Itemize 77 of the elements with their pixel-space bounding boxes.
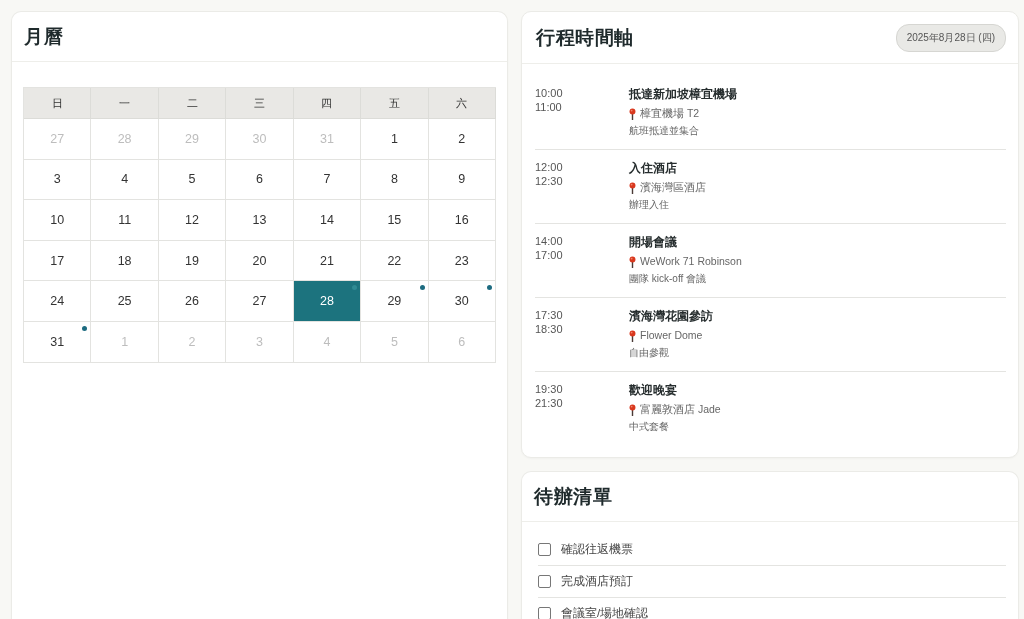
calendar-day[interactable]: 23 xyxy=(428,240,496,282)
todo-label: 確認往返機票 xyxy=(561,542,633,557)
weekday-header: 日 xyxy=(24,88,92,119)
card-title: 待辦清單 xyxy=(534,484,612,509)
calendar-day[interactable]: 1 xyxy=(361,119,429,160)
pushpin-icon xyxy=(629,181,636,194)
start-time: 14:00 xyxy=(535,234,563,248)
pushpin-icon xyxy=(629,255,636,268)
event-location: WeWork 71 Robinson xyxy=(640,254,742,269)
calendar-day[interactable]: 9 xyxy=(428,159,496,201)
calendar-day[interactable]: 14 xyxy=(293,200,362,241)
event-title: 入住酒店 xyxy=(629,160,677,176)
calendar-day[interactable]: 17 xyxy=(24,240,92,282)
calendar-day[interactable]: 31 xyxy=(24,321,92,363)
todo-label: 完成酒店預訂 xyxy=(561,574,633,589)
event-location: 樟宜機場 T2 xyxy=(640,106,700,121)
event-title: 抵達新加坡樟宜機場 xyxy=(629,86,737,102)
event-note: 自由參觀 xyxy=(629,346,669,360)
calendar-day[interactable]: 5 xyxy=(158,159,227,201)
todo-label: 會議室/場地確認 xyxy=(561,606,649,619)
checkbox[interactable] xyxy=(538,607,551,619)
calendar-day[interactable]: 13 xyxy=(226,200,294,241)
start-time: 19:30 xyxy=(535,382,563,396)
event-note: 中式套餐 xyxy=(629,420,669,434)
weekday-header: 五 xyxy=(361,88,429,119)
start-time: 10:00 xyxy=(535,86,563,100)
event-title: 歡迎晚宴 xyxy=(629,382,677,398)
weekday-header: 一 xyxy=(91,88,159,119)
calendar-day[interactable]: 10 xyxy=(24,200,92,241)
event-title: 開場會議 xyxy=(629,234,677,250)
event-location: Flower Dome xyxy=(640,328,703,343)
calendar-day[interactable]: 11 xyxy=(91,200,159,241)
calendar-day[interactable]: 8 xyxy=(361,159,429,201)
calendar-day[interactable]: 25 xyxy=(91,281,159,322)
event-note: 團隊 kick-off 會議 xyxy=(629,272,707,286)
event-title: 濱海灣花園參訪 xyxy=(629,308,713,324)
calendar-day[interactable]: 15 xyxy=(361,200,429,241)
pushpin-icon xyxy=(629,107,636,120)
calendar-day[interactable]: 26 xyxy=(158,281,227,322)
pushpin-icon xyxy=(629,403,636,416)
event-location: 濱海灣區酒店 xyxy=(640,180,706,195)
end-time: 18:30 xyxy=(535,322,563,336)
event-note: 航班抵達並集合 xyxy=(629,124,699,138)
weekday-header: 四 xyxy=(293,88,362,119)
calendar-day[interactable]: 30 xyxy=(428,281,496,322)
calendar-day[interactable]: 4 xyxy=(91,159,159,201)
calendar-day[interactable]: 27 xyxy=(226,281,294,322)
calendar-day[interactable]: 29 xyxy=(361,281,429,322)
checkbox[interactable] xyxy=(538,543,551,556)
start-time: 17:30 xyxy=(535,308,563,322)
calendar-day[interactable]: 28 xyxy=(293,281,362,322)
calendar-day[interactable]: 12 xyxy=(158,200,227,241)
calendar-day[interactable]: 7 xyxy=(293,159,362,201)
calendar-day[interactable]: 22 xyxy=(361,240,429,282)
pushpin-icon xyxy=(629,329,636,342)
calendar-day[interactable]: 24 xyxy=(24,281,92,322)
end-time: 11:00 xyxy=(535,100,562,114)
calendar-day[interactable]: 6 xyxy=(226,159,294,201)
card-title: 月曆 xyxy=(24,24,63,49)
card-title: 行程時間軸 xyxy=(536,25,634,50)
calendar-day[interactable]: 18 xyxy=(91,240,159,282)
end-time: 17:00 xyxy=(535,248,563,262)
end-time: 12:30 xyxy=(535,174,563,188)
calendar-day[interactable]: 19 xyxy=(158,240,227,282)
calendar-day[interactable]: 20 xyxy=(226,240,294,282)
event-location: 富麗敦酒店 Jade xyxy=(640,402,721,417)
date-badge: 2025年8月28日 (四) xyxy=(895,23,1006,52)
weekday-header: 三 xyxy=(226,88,294,119)
weekday-header: 二 xyxy=(158,88,227,119)
event-note: 辦理入住 xyxy=(629,198,669,212)
calendar-day[interactable]: 3 xyxy=(24,159,92,201)
calendar-day[interactable]: 2 xyxy=(428,119,496,160)
start-time: 12:00 xyxy=(535,160,563,174)
calendar-day[interactable]: 16 xyxy=(428,200,496,241)
checkbox[interactable] xyxy=(538,575,551,588)
weekday-header: 六 xyxy=(428,88,496,119)
end-time: 21:30 xyxy=(535,396,563,410)
